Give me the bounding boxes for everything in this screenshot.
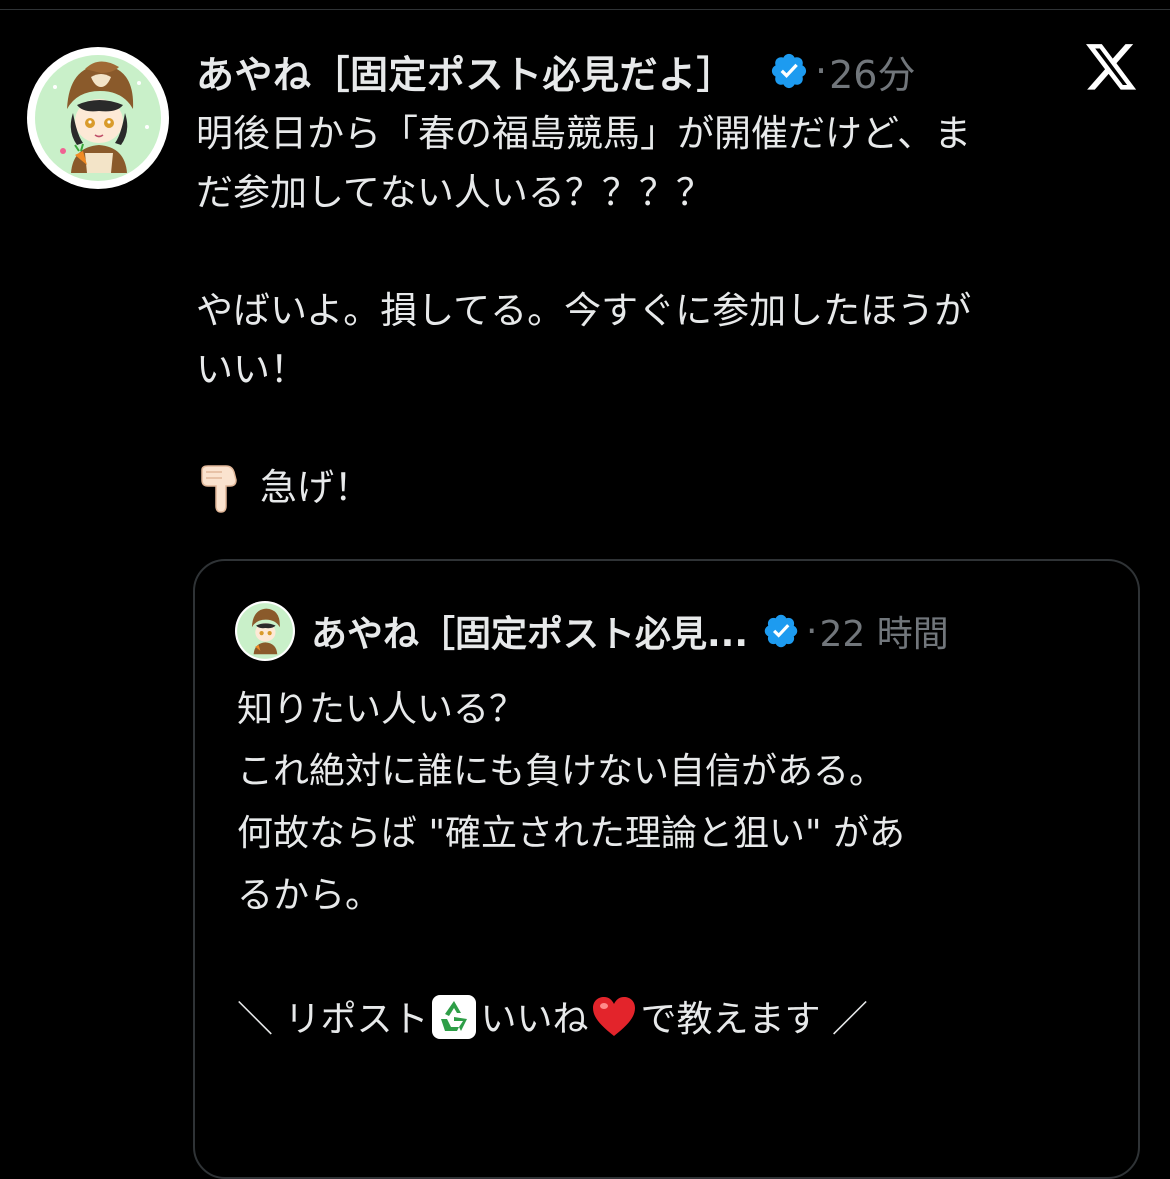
quoted-post-timestamp[interactable]: 22 時間 [819, 605, 948, 657]
avatar-illustration-icon [35, 55, 161, 181]
author-display-name[interactable]: あやね［固定ポスト必見だよ］ [196, 44, 735, 99]
meta-separator: · [806, 610, 818, 652]
avatar-illustration-icon [237, 603, 293, 659]
x-logo-icon[interactable] [1086, 44, 1138, 92]
recycle-icon [430, 993, 478, 1041]
quoted-text-segment: ＼ リポスト [237, 999, 429, 1040]
quoted-text-line: 何故ならば "確立された理論と狙い" があ [237, 813, 906, 854]
quoted-post-text: 知りたい人いる？ これ絶対に誰にも負けない自信がある。 何故ならば "確立された… [237, 679, 1117, 1113]
pointing-down-hand-icon [196, 462, 248, 514]
verified-badge-icon[interactable] [762, 612, 800, 650]
quoted-post-card[interactable]: あやね［固定ポスト必見... · 22 時間 知りたい人いる？ これ絶対に誰にも… [193, 559, 1140, 1179]
post-header: あやね［固定ポスト必見だよ］ · 26分 [196, 40, 915, 102]
author-avatar[interactable] [27, 47, 169, 189]
post-text-line: やばいよ。損してる。今すぐに参加したほうが [196, 289, 972, 332]
quoted-post-header: あやね［固定ポスト必見... · 22 時間 [311, 603, 949, 659]
post-text-line: だ参加してない人いる？？？？ [196, 171, 713, 214]
quoted-text-segment: いいね [480, 999, 589, 1040]
post-text-line: 明後日から「春の福島競馬」が開催だけど、ま [196, 112, 972, 155]
quoted-text-line: るから。 [237, 875, 382, 916]
post-text-line: いい！ [196, 348, 307, 391]
post-text: 明後日から「春の福島競馬」が開催だけど、ま だ参加してない人いる？？？？ やばい… [196, 104, 1146, 517]
quoted-author-avatar[interactable] [235, 601, 295, 661]
meta-separator: · [815, 49, 828, 93]
verified-badge-icon[interactable] [769, 51, 809, 91]
quoted-text-line: 知りたい人いる？ [237, 689, 526, 730]
top-divider [0, 9, 1170, 10]
quoted-text-segment: で教えます ／ [640, 999, 868, 1040]
post-text-line: 急げ！ [260, 466, 371, 509]
quoted-author-display-name[interactable]: あやね［固定ポスト必見... [311, 605, 748, 657]
post-timestamp[interactable]: 26分 [829, 44, 915, 99]
red-heart-icon [590, 993, 638, 1041]
quoted-text-line: これ絶対に誰にも負けない自信がある。 [237, 751, 886, 792]
post-text-line: 急げ！ [196, 458, 1146, 517]
quoted-text-line: ＼ リポスト いいね で教えます ／ [237, 989, 1117, 1051]
